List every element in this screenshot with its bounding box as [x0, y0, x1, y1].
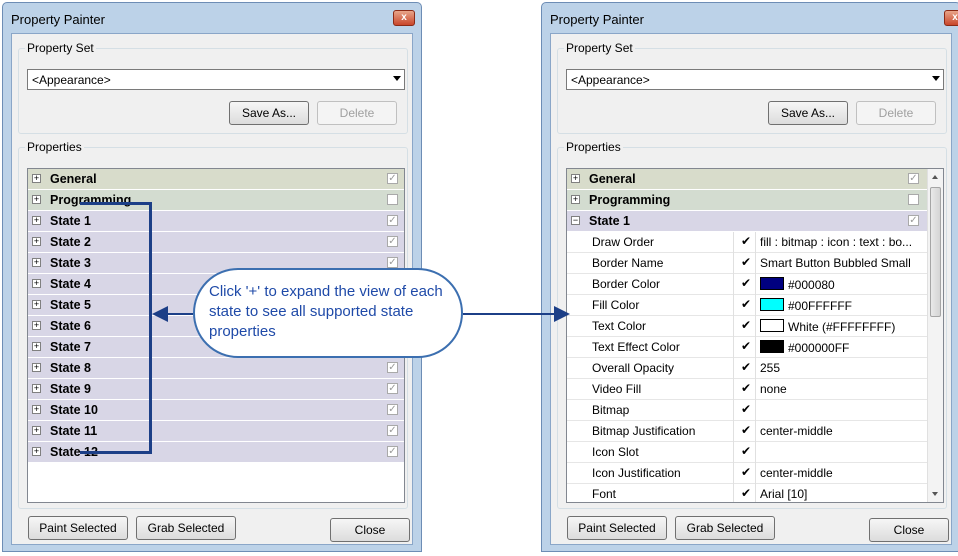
annotation-arrows	[152, 306, 570, 322]
callout-bubble: Click '+' to expand the view of each sta…	[193, 268, 463, 358]
callout-text: Click '+' to expand the view of each sta…	[209, 283, 443, 340]
